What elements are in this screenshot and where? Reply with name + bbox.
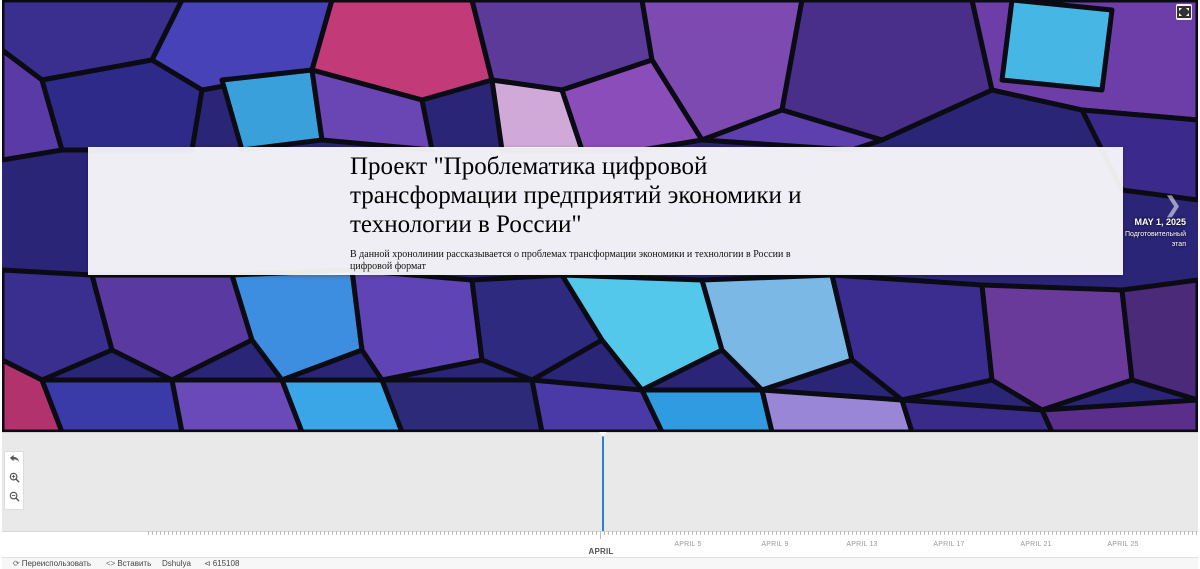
axis-label: APRIL 5 [674,541,702,548]
next-slide-button[interactable]: ❯ MAY 1, 2025 Подготовительный этап [1124,192,1194,262]
zoom-controls [4,451,24,510]
share-icon: ⊲ [204,559,211,568]
axis-label: APRIL 13 [846,541,878,548]
code-icon: <> [106,559,116,568]
embed-label: Вставить [117,559,152,568]
time-axis: APRIL APRIL 5 APRIL 9 APRIL 13 APRIL 17 … [2,531,1198,557]
zoom-out-button[interactable] [5,490,23,509]
reuse-label: Переиспользовать [21,559,92,568]
zoom-in-button[interactable] [5,471,23,490]
chevron-right-icon: ❯ [1163,192,1182,217]
axis-ticks [148,531,1198,535]
axis-label: APRIL 17 [933,541,965,548]
marker-head [599,432,607,437]
share-link[interactable]: ⊲ 615108 [204,558,239,569]
next-slide-caption: Подготовительный этап [1125,231,1186,248]
embed-link[interactable]: <> Вставить [106,558,151,569]
timeline-navigator[interactable] [2,432,1198,532]
slide-description: В данной хронолинии рассказывается о про… [350,249,791,272]
axis-major-label: APRIL [588,547,614,556]
zoom-in-icon [9,472,20,483]
author-link[interactable]: Dshulya [162,558,191,569]
axis-major-tick [600,531,601,539]
current-time-marker [602,433,604,532]
back-to-start-button[interactable] [5,452,23,471]
footer-bar: ⟳ Переиспользовать <> Вставить Dshulya ⊲ 61… [2,557,1198,569]
fullscreen-button[interactable] [1176,4,1192,20]
next-slide-date: MAY 1, 2025 [1134,217,1186,227]
axis-label: APRIL 25 [1107,541,1139,548]
axis-label: APRIL 9 [761,541,789,548]
back-arrow-icon [9,454,19,463]
slide-title: Проект "Проблематика цифровой трансформа… [350,153,802,238]
slide-background: Проект "Проблематика цифровой трансформа… [2,0,1198,432]
axis-label: APRIL 21 [1020,541,1052,548]
fullscreen-icon [1177,6,1191,18]
title-slide-card: Проект "Проблематика цифровой трансформа… [88,147,1123,275]
zoom-out-icon [9,491,20,502]
refresh-icon: ⟳ [13,559,20,568]
reuse-link[interactable]: ⟳ Переиспользовать [13,558,91,569]
share-count: 615108 [212,559,240,568]
